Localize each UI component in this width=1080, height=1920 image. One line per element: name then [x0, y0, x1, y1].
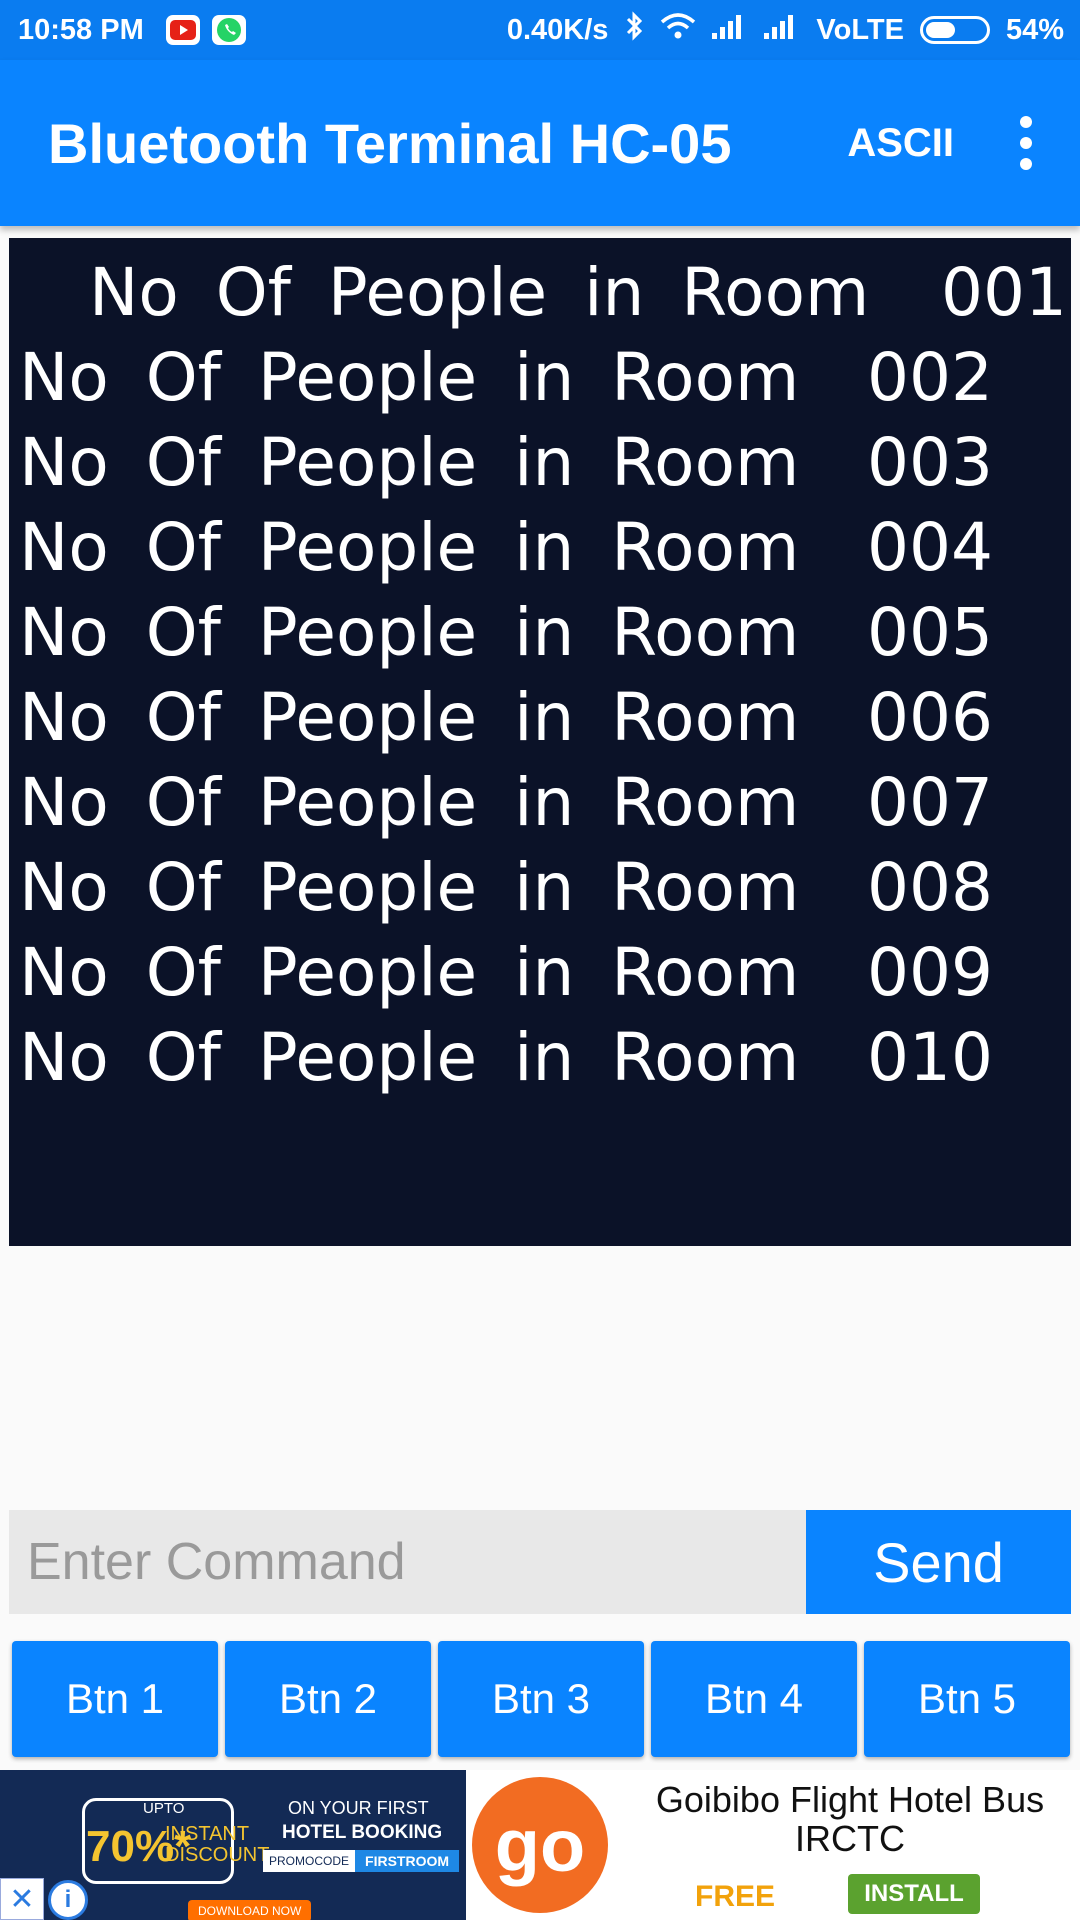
ad-banner[interactable]: UPTO 70%* INSTANT DISCOUNT ON YOUR FIRST …	[0, 1770, 1080, 1920]
ad-price: FREE	[695, 1880, 776, 1913]
signal-icon	[712, 13, 748, 47]
youtube-icon	[165, 15, 200, 45]
notification-icons	[165, 15, 246, 45]
status-bar: 10:58 PM 0.40K/s VoLTE 54%	[0, 0, 1080, 60]
terminal-line: No Of People in Room 009	[9, 930, 1071, 1015]
signal-icon	[764, 13, 800, 47]
ad-download-button[interactable]: DOWNLOAD NOW	[188, 1900, 312, 1920]
terminal-line: No Of People in Room 002	[9, 335, 1071, 420]
terminal-line-value: 010	[867, 1019, 993, 1096]
terminal-line-value: 006	[867, 679, 993, 756]
ad-hotel-booking: HOTEL BOOKING	[282, 1822, 443, 1843]
ad-on-first: ON YOUR FIRST	[288, 1798, 429, 1818]
ad-close-icon[interactable]: ✕	[0, 1878, 44, 1920]
ad-instant: INSTANT	[165, 1823, 250, 1845]
ad-install-button[interactable]: INSTALL	[848, 1874, 980, 1914]
terminal-line-value: 002	[867, 339, 993, 416]
btn-5[interactable]: Btn 5	[864, 1641, 1070, 1757]
terminal-line: No Of People in Room 008	[9, 845, 1071, 930]
battery-icon	[919, 16, 990, 44]
terminal-line: No Of People in Room 007	[9, 760, 1071, 845]
terminal-line-value: 008	[867, 849, 993, 926]
terminal-line-text: No Of People in Room	[19, 934, 800, 1011]
terminal-line-text: No Of People in Room	[19, 424, 800, 501]
btn-1[interactable]: Btn 1	[12, 1641, 218, 1757]
terminal-line: No Of People in Room 006	[9, 675, 1071, 760]
quick-buttons: Btn 1 Btn 2 Btn 3 Btn 4 Btn 5	[12, 1641, 1070, 1757]
command-input[interactable]	[9, 1510, 806, 1614]
battery-percent: 54%	[1005, 13, 1064, 46]
ad-promocode-label: PROMOCODE	[263, 1850, 356, 1872]
terminal-line-text: No Of People in Room	[19, 339, 800, 416]
btn-4[interactable]: Btn 4	[651, 1641, 857, 1757]
terminal-line-value: 001	[941, 254, 1067, 331]
terminal-line-text: No Of People in Room	[19, 764, 800, 841]
terminal-line: No Of People in Room 003	[9, 420, 1071, 505]
terminal-line-value: 005	[867, 594, 993, 671]
app-bar: Bluetooth Terminal HC-05 ASCII	[0, 60, 1080, 226]
ad-title[interactable]: Goibibo Flight Hotel Bus IRCTC	[620, 1780, 1080, 1858]
terminal-line-text: No Of People in Room	[19, 1019, 800, 1096]
terminal-line-value: 009	[867, 934, 993, 1011]
terminal-line-value: 004	[867, 509, 993, 586]
status-time: 10:58 PM	[18, 13, 144, 46]
terminal-line: No Of People in Room 010	[9, 1015, 1071, 1100]
terminal-line-value: 007	[867, 764, 993, 841]
whatsapp-icon	[211, 15, 246, 45]
goibibo-logo: go	[472, 1777, 608, 1913]
network-speed: 0.40K/s	[506, 13, 609, 46]
wifi-icon	[660, 12, 696, 48]
ad-info-icon[interactable]: i	[48, 1880, 88, 1920]
network-type: VoLTE	[816, 13, 904, 46]
more-vert-icon[interactable]	[1016, 116, 1036, 170]
ad-discount: DISCOUNT	[165, 1844, 270, 1866]
ad-logo-container[interactable]: go	[466, 1770, 614, 1920]
terminal-line-text: No Of People in Room	[19, 509, 800, 586]
ad-instant-discount: INSTANT DISCOUNT	[165, 1824, 269, 1866]
terminal-line-value: 003	[867, 424, 993, 501]
status-right: 0.40K/s VoLTE 54%	[507, 11, 1064, 49]
terminal-line: No Of People in Room 001	[9, 250, 1071, 335]
terminal-line-text: No Of People in Room	[19, 679, 800, 756]
terminal-line-text: No Of People in Room	[89, 254, 870, 331]
ascii-mode-button[interactable]: ASCII	[847, 121, 954, 166]
terminal-line-text: No Of People in Room	[19, 849, 800, 926]
ad-upto: UPTO	[143, 1800, 185, 1817]
btn-3[interactable]: Btn 3	[438, 1641, 644, 1757]
terminal-output: No Of People in Room 001 No Of People in R…	[9, 238, 1071, 1246]
app-title: Bluetooth Terminal HC-05	[48, 111, 732, 175]
bluetooth-icon	[624, 11, 644, 49]
send-button[interactable]: Send	[806, 1510, 1071, 1614]
ad-promo: PROMOCODE FIRSTROOM	[263, 1850, 460, 1872]
terminal-line-text: No Of People in Room	[19, 594, 800, 671]
command-bar: Send	[9, 1510, 1071, 1614]
btn-2[interactable]: Btn 2	[225, 1641, 431, 1757]
terminal-line: No Of People in Room 005	[9, 590, 1071, 675]
ad-promocode: FIRSTROOM	[355, 1850, 460, 1872]
terminal-line: No Of People in Room 004	[9, 505, 1071, 590]
